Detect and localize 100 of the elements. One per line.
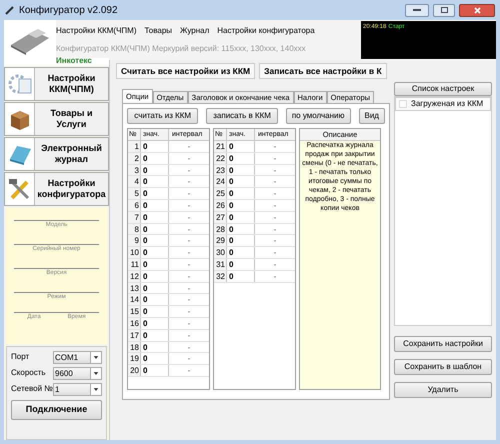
row-number: 24: [214, 176, 226, 188]
table-cell: -: [254, 224, 295, 234]
row-number: 22: [214, 152, 226, 164]
table-cell[interactable]: 0: [140, 258, 168, 270]
table-cell[interactable]: 0: [226, 176, 254, 188]
connect-button[interactable]: Подключение: [11, 400, 102, 420]
table-cell[interactable]: 0: [226, 200, 254, 211]
table-cell: -: [168, 318, 209, 329]
table-cell: -: [254, 141, 295, 152]
side-button[interactable]: Удалить: [394, 382, 492, 398]
table-cell[interactable]: 0: [226, 141, 254, 152]
table-cell: -: [254, 247, 295, 258]
table-cell: -: [168, 164, 209, 176]
table-cell[interactable]: 0: [140, 365, 168, 376]
table-cell[interactable]: 0: [226, 258, 254, 270]
row-number: 10: [128, 247, 140, 258]
toolbar-button[interactable]: Считать все настройки из ККМ: [116, 63, 256, 79]
row-number: 6: [128, 200, 140, 211]
action-button[interactable]: Вид: [358, 108, 385, 124]
nav-button[interactable]: Электронный журнал: [4, 137, 109, 171]
table-cell[interactable]: 0: [140, 294, 168, 306]
minimize-button[interactable]: [405, 4, 429, 16]
menu-item[interactable]: Журнал: [180, 25, 210, 37]
table-cell[interactable]: 0: [226, 235, 254, 246]
table-cell[interactable]: 0: [140, 164, 168, 176]
row-number: 32: [214, 270, 226, 282]
action-button[interactable]: считать из ККМ: [127, 108, 198, 124]
table-cell: -: [254, 188, 295, 199]
window-title: Конфигуратор v2.092: [19, 4, 119, 18]
table-cell: -: [168, 270, 209, 282]
table-cell: -: [254, 152, 295, 164]
table-cell[interactable]: 0: [140, 318, 168, 329]
table-cell: -: [168, 258, 209, 270]
menu-item[interactable]: Настройки ККМ(ЧПМ): [56, 25, 137, 37]
nav-button[interactable]: Товары и Услуги: [4, 102, 109, 136]
table-cell[interactable]: 0: [226, 212, 254, 223]
table-cell[interactable]: 0: [140, 330, 168, 341]
row-number: 1: [128, 141, 140, 152]
table-cell[interactable]: 0: [140, 176, 168, 188]
nav-button[interactable]: Настройки конфигуратора: [4, 172, 109, 206]
table-cell: -: [254, 164, 295, 176]
dropdown[interactable]: 9600: [53, 366, 102, 380]
table-cell: -: [168, 200, 209, 211]
table-cell: -: [168, 353, 209, 364]
row-number: 21: [214, 141, 226, 152]
close-button[interactable]: [459, 4, 495, 16]
table-cell: -: [254, 270, 295, 282]
table-cell[interactable]: 0: [140, 247, 168, 258]
checkbox[interactable]: [399, 100, 407, 108]
row-number: 23: [214, 164, 226, 176]
row-number: 31: [214, 258, 226, 270]
table-cell[interactable]: 0: [140, 235, 168, 246]
table-cell: -: [254, 176, 295, 188]
side-button[interactable]: Сохранить в шаблон: [394, 359, 492, 375]
brand-label: Инкотекс: [4, 58, 109, 66]
table-cell: -: [254, 235, 295, 246]
table-cell[interactable]: 0: [140, 306, 168, 317]
table-cell[interactable]: 0: [226, 247, 254, 258]
table-cell[interactable]: 0: [140, 342, 168, 352]
table-cell[interactable]: 0: [140, 353, 168, 364]
action-button[interactable]: записать в ККМ: [206, 108, 278, 124]
nav-button[interactable]: Настройки ККМ(ЧПМ): [4, 67, 109, 101]
table-cell[interactable]: 0: [140, 152, 168, 164]
table-cell[interactable]: 0: [140, 224, 168, 234]
field-label: Сетевой №: [11, 383, 53, 395]
table-cell[interactable]: 0: [140, 212, 168, 223]
table-cell: -: [168, 152, 209, 164]
table-cell[interactable]: 0: [140, 270, 168, 282]
side-button[interactable]: Сохранить настройки: [394, 336, 492, 352]
toolbar-button[interactable]: Записать все настройки в К: [259, 63, 387, 79]
menu-item[interactable]: Товары: [144, 25, 172, 37]
table-cell: -: [168, 224, 209, 234]
row-number: 25: [214, 188, 226, 199]
table-cell[interactable]: 0: [226, 164, 254, 176]
menu-item[interactable]: Настройки конфигуратора: [217, 25, 315, 37]
row-number: 5: [128, 188, 140, 199]
table-cell[interactable]: 0: [140, 200, 168, 211]
table-cell[interactable]: 0: [140, 282, 168, 294]
table-cell[interactable]: 0: [140, 141, 168, 152]
maximize-button[interactable]: [433, 4, 455, 16]
table-cell[interactable]: 0: [140, 188, 168, 199]
table-cell: -: [168, 282, 209, 294]
table-cell: -: [254, 212, 295, 223]
row-number: 3: [128, 164, 140, 176]
table-cell[interactable]: 0: [226, 152, 254, 164]
table-cell[interactable]: 0: [226, 188, 254, 199]
row-number: 7: [128, 212, 140, 223]
row-number: 29: [214, 235, 226, 246]
table-cell[interactable]: 0: [226, 270, 254, 282]
dropdown[interactable]: 1: [53, 382, 102, 396]
table-cell: -: [168, 176, 209, 188]
settings-list-button[interactable]: Список настроек: [394, 82, 492, 96]
dropdown[interactable]: COM1: [53, 350, 102, 364]
action-button[interactable]: по умолчанию: [286, 108, 350, 124]
table-cell: -: [254, 258, 295, 270]
row-number: 27: [214, 212, 226, 223]
subtitle: Конфигуратор ККМ(ЧПМ) Меркурий версий: 115ххх, 130ххх, 140ххх: [56, 43, 307, 55]
row-number: 8: [128, 224, 140, 234]
table-cell[interactable]: 0: [226, 224, 254, 234]
list-item[interactable]: Загруженая из ККМ: [395, 97, 491, 111]
